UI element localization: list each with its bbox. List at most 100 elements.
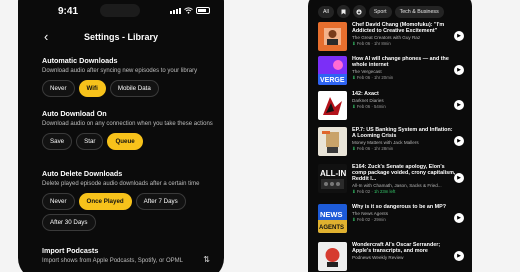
episode-row[interactable]: NEWS AGENTS Why is it so dangerous to be … <box>318 204 466 235</box>
episode-title: Chef David Chang (Momofuku): "I'm Addict… <box>352 22 445 35</box>
battery-icon <box>196 7 210 14</box>
signal-icon <box>170 7 181 14</box>
auto-download-on-section: Auto Download On Download audio on any c… <box>42 109 218 150</box>
bookmark-icon <box>341 9 346 14</box>
play-icon[interactable]: ▶ <box>454 100 464 110</box>
episode-row[interactable]: Chef David Chang (Momofuku): "I'm Addict… <box>318 22 466 53</box>
svg-text:NEWS: NEWS <box>320 210 343 219</box>
episode-show: Darknet Diaries <box>352 98 384 103</box>
automatic-downloads-section: Automatic Downloads Download audio after… <box>42 56 218 97</box>
section-title: Auto Delete Downloads <box>42 169 123 178</box>
option-queue[interactable]: Queue <box>107 133 143 150</box>
episode-artwork: ALL-IN <box>318 164 347 193</box>
filter-downloaded[interactable] <box>352 5 366 18</box>
download-icon: ⬇ <box>352 75 356 80</box>
episode-show: Money Matters with Jack Mallers <box>352 140 419 145</box>
filter-all[interactable]: All <box>318 5 334 18</box>
option-after-30-days[interactable]: After 30 Days <box>42 214 96 231</box>
section-title: Automatic Downloads <box>42 56 118 65</box>
episode-meta: ⬇ Feb 06 · 1hr 28min <box>352 146 456 152</box>
episode-row[interactable]: VERGE How AI will change phones — and th… <box>318 56 466 87</box>
episode-artwork: VERGE <box>318 56 347 85</box>
episode-show: The Great Creators with Guy Raz <box>352 35 421 40</box>
episode-date-duration: Feb 06 · 1hr 20min <box>356 75 394 80</box>
import-arrows-icon[interactable]: ⇅ <box>203 255 210 264</box>
auto-download-on-options: Save Star Queue <box>42 133 218 150</box>
episode-title: E164: Zuck's Senate apology, Elon's comp… <box>352 164 456 183</box>
page-title: Settings - Library <box>83 32 158 42</box>
option-star[interactable]: Star <box>76 133 104 150</box>
episode-date-duration: Feb 06 · 54min <box>356 104 386 109</box>
episode-date-duration: Feb 06 · 1hr 28min <box>356 146 394 151</box>
option-mobile-data[interactable]: Mobile Data <box>109 80 159 97</box>
episode-date-duration: Feb 02 · 29min <box>356 217 386 222</box>
screenshot-canvas: 9:41 ‹ Settings - Library Automatic Down… <box>0 0 520 272</box>
episode-artwork <box>318 242 347 271</box>
svg-text:ALL-IN: ALL-IN <box>320 169 346 178</box>
episode-title: How AI will change phones — and the whol… <box>352 56 449 69</box>
episode-meta: ⬇ Feb 06 · 54min <box>352 104 456 110</box>
play-icon[interactable]: ▶ <box>454 136 464 146</box>
episode-show: All-In with Chamath, Jason, Sacks & Frie… <box>352 183 442 188</box>
section-description: Download audio on any connection when yo… <box>42 121 213 127</box>
play-icon[interactable]: ▶ <box>454 213 464 223</box>
import-podcasts-section[interactable]: Import Podcasts Import shows from Apple … <box>42 246 218 265</box>
option-never[interactable]: Never <box>42 80 75 97</box>
section-description: Delete played episode audio downloads af… <box>42 181 200 187</box>
episode-time-left: 1h 23m left <box>374 189 396 194</box>
episode-meta: ⬇ Feb 06 · 1hr 20min <box>352 75 456 81</box>
settings-phone: 9:41 ‹ Settings - Library Automatic Down… <box>18 0 224 272</box>
episode-meta: ⬇ Feb 06 · 1hr 8min <box>352 41 456 47</box>
episode-artwork: NEWS AGENTS <box>318 204 347 233</box>
section-description: Download audio after syncing new episode… <box>42 68 198 74</box>
option-never[interactable]: Never <box>42 193 75 210</box>
filter-sport[interactable]: Sport <box>368 5 392 18</box>
section-title: Import Podcasts <box>42 246 99 255</box>
section-description: Import shows from Apple Podcasts, Spotif… <box>42 258 183 264</box>
play-icon[interactable]: ▶ <box>454 31 464 41</box>
filter-bar: All Sport Tech & Business <box>318 5 444 18</box>
play-icon[interactable]: ▶ <box>454 173 464 183</box>
episode-title: Why is it so dangerous to be an MP? <box>352 204 447 210</box>
episode-title: Wondercraft AI's Oscar Serrander; Apple'… <box>352 242 441 255</box>
option-after-7-days[interactable]: After 7 Days <box>135 193 186 210</box>
episode-date: Feb 02 · <box>356 189 375 194</box>
episode-show: Podnews Weekly Review <box>352 255 404 260</box>
svg-text:VERGE: VERGE <box>320 77 345 84</box>
episode-title: 142: Axact <box>352 91 379 97</box>
episode-row[interactable]: ALL-IN E164: Zuck's Senate apology, Elon… <box>318 164 466 195</box>
episode-meta: ⬇ Feb 02 · 1h 23m left <box>352 189 456 195</box>
auto-delete-options: Never Once Played After 7 Days After 30 … <box>42 193 218 231</box>
episode-artwork <box>318 91 347 120</box>
episode-title: EP.7: US Banking System and Inflation: A… <box>352 127 453 140</box>
status-time: 9:41 <box>58 6 79 17</box>
download-icon <box>356 8 362 15</box>
episode-meta: ⬇ Feb 02 · 29min <box>352 217 456 223</box>
filter-tech-business[interactable]: Tech & Business <box>394 5 444 18</box>
svg-text:AGENTS: AGENTS <box>319 225 344 231</box>
download-icon: ⬇ <box>352 217 356 222</box>
option-once-played[interactable]: Once Played <box>78 193 132 210</box>
episode-row[interactable]: 142: Axact Darknet Diaries ⬇ Feb 06 · 54… <box>318 91 466 122</box>
episode-row[interactable]: EP.7: US Banking System and Inflation: A… <box>318 127 466 158</box>
dynamic-island <box>100 4 140 17</box>
episode-date-duration: Feb 06 · 1hr 8min <box>356 41 391 46</box>
episode-artwork <box>318 22 347 51</box>
auto-downloads-options: Never Wifi Mobile Data <box>42 80 218 97</box>
auto-delete-section: Auto Delete Downloads Delete played epis… <box>42 169 218 231</box>
option-save[interactable]: Save <box>42 133 73 150</box>
status-bar: 9:41 <box>18 0 224 22</box>
download-icon: ⬇ <box>352 41 356 46</box>
episode-show: The Vergecast <box>352 69 382 74</box>
play-icon[interactable]: ▶ <box>454 65 464 75</box>
wifi-icon <box>184 7 193 14</box>
option-wifi[interactable]: Wifi <box>78 80 106 97</box>
status-icons <box>170 7 210 14</box>
filter-saved[interactable] <box>336 5 350 18</box>
episode-row[interactable]: Wondercraft AI's Oscar Serrander; Apple'… <box>318 242 466 272</box>
episode-show: The News Agents <box>352 211 389 216</box>
download-icon: ⬇ <box>352 146 356 151</box>
nav-bar: ‹ Settings - Library <box>18 28 224 48</box>
download-icon: ⬇ <box>352 104 356 109</box>
play-icon[interactable]: ▶ <box>454 251 464 261</box>
